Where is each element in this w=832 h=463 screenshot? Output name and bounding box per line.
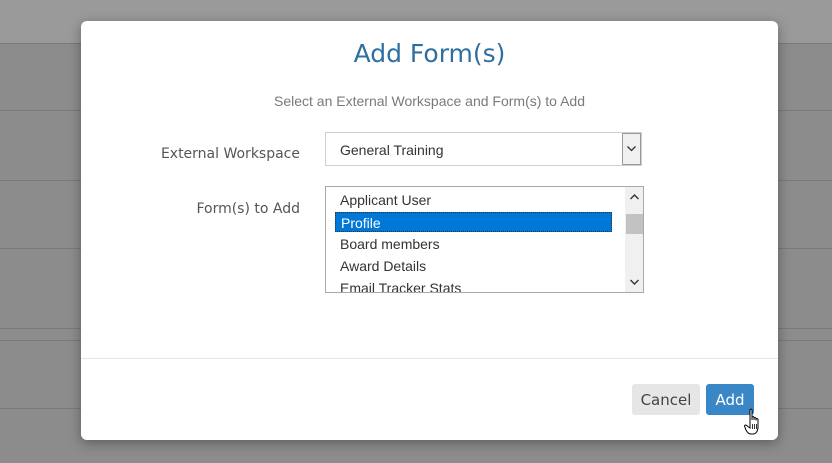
dialog-subtitle: Select an External Workspace and Form(s)… [274, 93, 585, 109]
listbox-scrollbar[interactable] [625, 187, 643, 292]
list-item[interactable]: Profile [335, 212, 612, 232]
list-item[interactable]: Board members [335, 234, 612, 254]
footer-divider [81, 358, 778, 359]
add-forms-dialog: Add Form(s) Select an External Workspace… [81, 21, 778, 440]
workspace-label: External Workspace [160, 146, 300, 162]
dialog-title: Add Form(s) [353, 39, 506, 68]
scroll-down-arrow-icon[interactable] [625, 273, 643, 290]
chevron-down-icon[interactable] [622, 133, 641, 165]
forms-listbox[interactable]: Applicant User Profile Board members Awa… [325, 186, 644, 293]
forms-label: Form(s) to Add [196, 201, 300, 217]
cancel-button[interactable]: Cancel [632, 384, 700, 415]
workspace-select-value: General Training [340, 142, 444, 158]
list-item[interactable]: Award Details [335, 256, 612, 276]
scroll-thumb[interactable] [626, 214, 643, 234]
scroll-up-arrow-icon[interactable] [625, 188, 643, 205]
list-item[interactable]: Applicant User [335, 190, 612, 210]
list-item[interactable]: Email Tracker Stats [335, 278, 612, 292]
hand-pointer-icon [744, 408, 764, 443]
workspace-select[interactable]: General Training [325, 132, 642, 166]
